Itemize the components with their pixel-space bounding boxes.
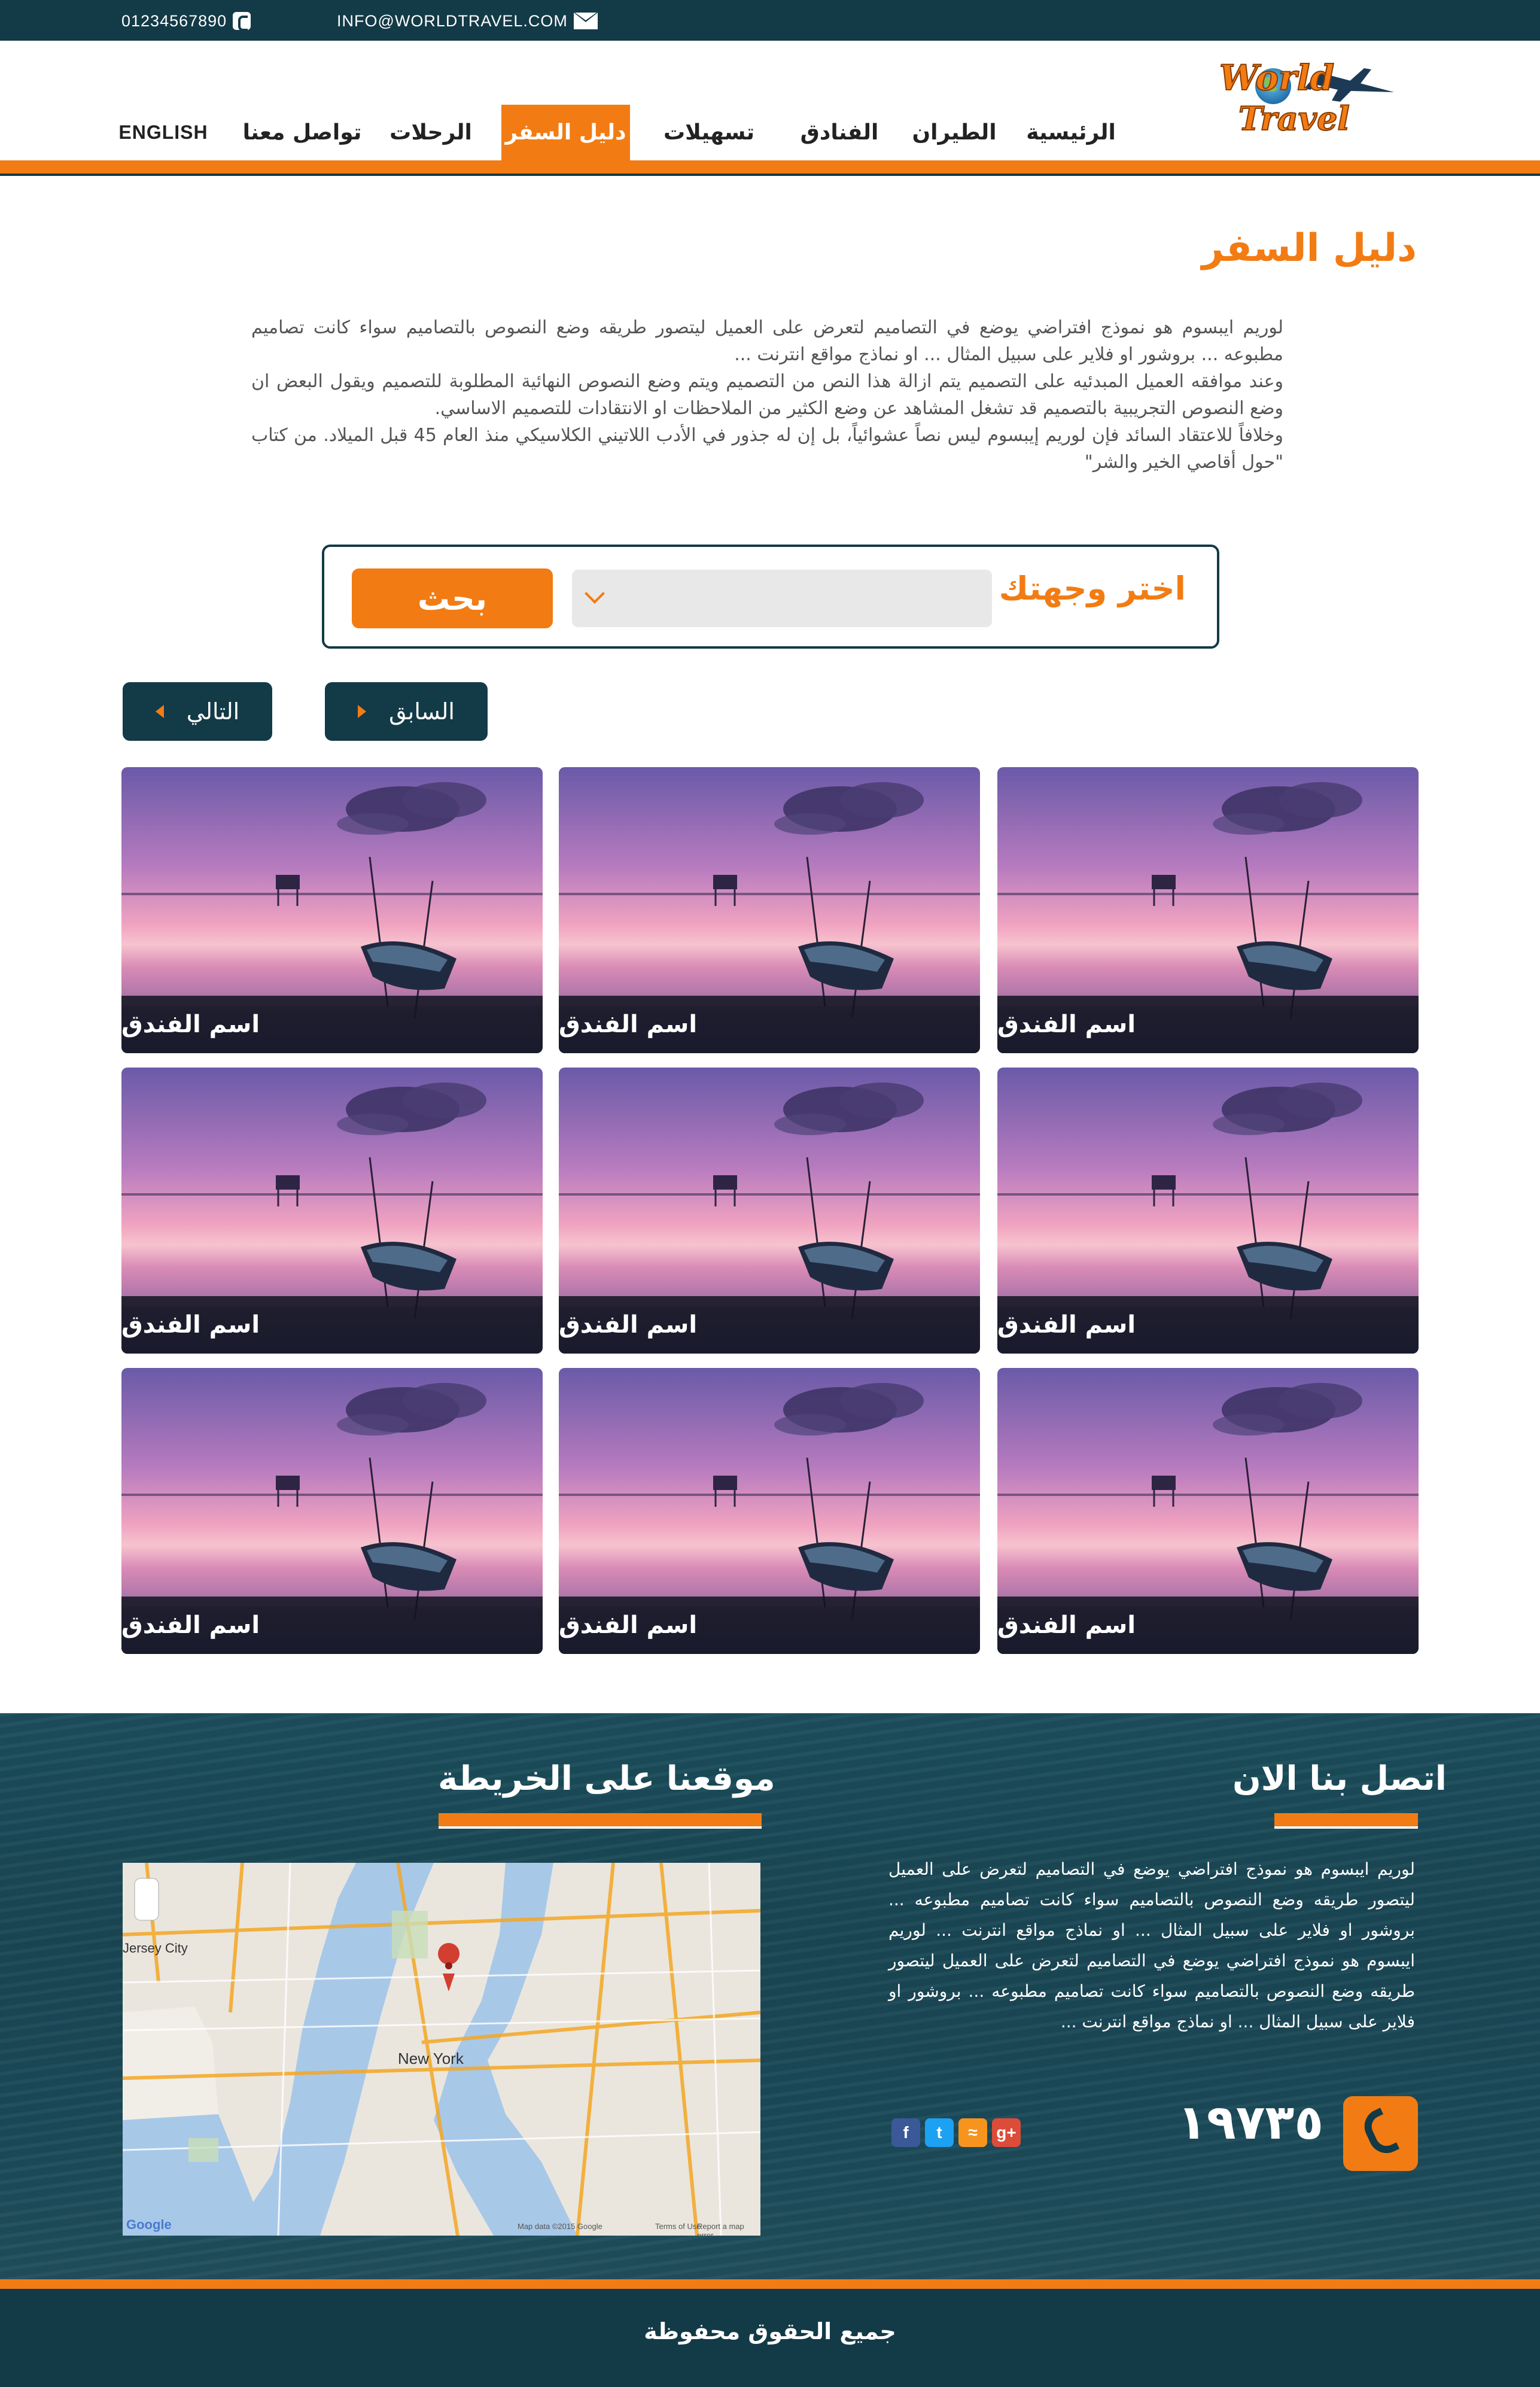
nav-home[interactable]: الرئيسية <box>1017 105 1125 160</box>
next-label: التالي <box>186 698 240 725</box>
hotline-phone-icon <box>1343 2096 1418 2171</box>
search-label: اختر وجهتك <box>999 570 1186 607</box>
nav-flights[interactable]: الطيران <box>903 105 1005 160</box>
hotel-name: اسم الفندق <box>121 996 543 1053</box>
google-logo: Google <box>126 2217 172 2232</box>
hotel-name: اسم الفندق <box>121 1296 543 1354</box>
intro-paragraph: لوريم ايبسوم هو نموذج افتراضي يوضع في ال… <box>251 317 1283 365</box>
chevron-down-icon <box>585 583 605 604</box>
hotline-number[interactable]: ١٩٧٣٥ <box>1177 2094 1323 2150</box>
hotel-name: اسم الفندق <box>997 1597 1419 1654</box>
nav-language-english[interactable]: ENGLISH <box>118 105 207 160</box>
map-title-underline <box>439 1813 762 1829</box>
hotel-card[interactable]: اسم الفندق <box>121 1068 543 1354</box>
hotel-card[interactable]: اسم الفندق <box>121 767 543 1053</box>
hotel-card[interactable]: اسم الفندق <box>559 1068 980 1354</box>
main-nav: الرئيسية الطيران الفنادق تسهيلات دليل ال… <box>0 105 1540 160</box>
nav-facilities[interactable]: تسهيلات <box>655 105 763 160</box>
previous-label: السابق <box>389 698 455 725</box>
map-title: موقعنا على الخريطة <box>438 1759 775 1798</box>
phone-contact[interactable]: 01234567890 <box>121 11 251 31</box>
arrow-right-icon <box>358 705 367 718</box>
hotel-card[interactable]: اسم الفندق <box>121 1368 543 1654</box>
hotel-name: اسم الفندق <box>121 1597 543 1654</box>
facebook-icon[interactable]: f <box>891 2118 920 2147</box>
footer-accent-line <box>0 2279 1540 2289</box>
contact-text: لوريم ايبسوم هو نموذج افتراضي يوضع في ال… <box>888 1859 1415 2032</box>
intro-paragraph: وخلافاً للاعتقاد السائد فإن لوريم إيبسوم… <box>251 425 1283 473</box>
intro-paragraph: وعند موافقه العميل المبدئيه على التصميم … <box>251 371 1283 419</box>
top-bar: 01234567890 INFO@WORLDTRAVEL.COM <box>0 0 1540 41</box>
hotel-name: اسم الفندق <box>997 1296 1419 1354</box>
page-title: دليل السفر <box>1201 226 1417 270</box>
logo-text-world: World <box>1219 57 1335 99</box>
destination-select[interactable] <box>572 570 992 627</box>
twitter-icon[interactable]: t <box>925 2118 954 2147</box>
search-button[interactable]: بحث <box>352 568 553 628</box>
contact-title: اتصل بنا الان <box>1232 1759 1447 1798</box>
hotel-name: اسم الفندق <box>559 996 980 1053</box>
map-label-new-york: New York <box>398 2050 464 2067</box>
next-button[interactable]: التالي <box>123 682 272 741</box>
intro-text: لوريم ايبسوم هو نموذج افتراضي يوضع في ال… <box>251 314 1283 476</box>
map-attribution: Map data ©2015 Google <box>518 2222 602 2231</box>
location-map[interactable]: New York Jersey City Google Map data ©20… <box>123 1863 760 2236</box>
nav-contact[interactable]: تواصل معنا <box>242 105 362 160</box>
map-terms-link[interactable]: Terms of Use <box>655 2222 701 2231</box>
nav-hotels[interactable]: الفنادق <box>789 105 890 160</box>
map-report-link[interactable]: Report a map error <box>697 2222 760 2236</box>
copyright-text: جميع الحقوق محفوظة <box>644 2318 896 2345</box>
destination-search: اختر وجهتك بحث <box>322 545 1219 649</box>
arrow-left-icon <box>155 705 164 718</box>
hotel-card[interactable]: اسم الفندق <box>997 767 1419 1053</box>
nav-travel-guide[interactable]: دليل السفر <box>501 105 630 160</box>
phone-number: 01234567890 <box>121 11 227 30</box>
hotel-name: اسم الفندق <box>559 1296 980 1354</box>
map-label-jersey-city: Jersey City <box>123 1941 188 1956</box>
hotel-card[interactable]: اسم الفندق <box>559 1368 980 1654</box>
email-address: INFO@WORLDTRAVEL.COM <box>337 11 568 30</box>
hotel-name: اسم الفندق <box>997 996 1419 1053</box>
hotel-card[interactable]: اسم الفندق <box>997 1068 1419 1354</box>
hotel-card[interactable]: اسم الفندق <box>559 767 980 1053</box>
contact-title-underline <box>1274 1813 1418 1829</box>
handset-icon <box>1358 2108 1400 2159</box>
hotel-name: اسم الفندق <box>559 1597 980 1654</box>
mail-icon <box>573 13 598 29</box>
previous-button[interactable]: السابق <box>325 682 488 741</box>
googleplus-icon[interactable]: g+ <box>992 2118 1021 2147</box>
phone-icon <box>233 12 251 31</box>
nav-trips[interactable]: الرحلات <box>389 105 473 160</box>
rss-icon[interactable]: ≈ <box>958 2118 987 2147</box>
hotel-card[interactable]: اسم الفندق <box>997 1368 1419 1654</box>
nav-divider <box>0 160 1540 176</box>
email-contact[interactable]: INFO@WORLDTRAVEL.COM <box>337 11 598 31</box>
